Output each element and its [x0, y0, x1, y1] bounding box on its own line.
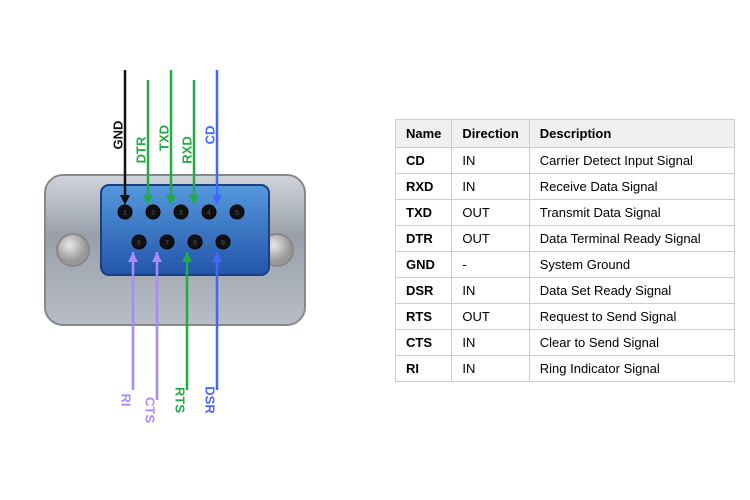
- cell-dir: OUT: [452, 225, 529, 251]
- cell-name: RI: [396, 355, 452, 381]
- table-row: CD IN Carrier Detect Input Signal: [396, 147, 735, 173]
- col-header-desc: Description: [529, 119, 734, 147]
- svg-text:CTS: CTS: [143, 397, 158, 423]
- svg-text:3: 3: [179, 210, 183, 217]
- cell-name: CTS: [396, 329, 452, 355]
- cell-desc: Carrier Detect Input Signal: [529, 147, 734, 173]
- table-row: RI IN Ring Indicator Signal: [396, 355, 735, 381]
- table-row: DSR IN Data Set Ready Signal: [396, 277, 735, 303]
- svg-text:RI: RI: [119, 394, 134, 407]
- cell-dir: OUT: [452, 303, 529, 329]
- table-row: RTS OUT Request to Send Signal: [396, 303, 735, 329]
- table-row: CTS IN Clear to Send Signal: [396, 329, 735, 355]
- svg-text:DSR: DSR: [203, 386, 218, 414]
- svg-text:DTR: DTR: [134, 136, 149, 163]
- cell-name: RXD: [396, 173, 452, 199]
- cell-desc: Receive Data Signal: [529, 173, 734, 199]
- cell-name: RTS: [396, 303, 452, 329]
- col-header-dir: Direction: [452, 119, 529, 147]
- cell-desc: Ring Indicator Signal: [529, 355, 734, 381]
- cell-name: DTR: [396, 225, 452, 251]
- cell-desc: Data Terminal Ready Signal: [529, 225, 734, 251]
- svg-text:1: 1: [123, 210, 127, 217]
- svg-text:6: 6: [137, 240, 141, 247]
- diagram-svg: 1 2 3 4 5 6 7 8 9 GND DTR TXD: [5, 20, 375, 480]
- cell-name: CD: [396, 147, 452, 173]
- table-row: RXD IN Receive Data Signal: [396, 173, 735, 199]
- svg-text:8: 8: [193, 240, 197, 247]
- cell-name: DSR: [396, 277, 452, 303]
- cell-dir: OUT: [452, 199, 529, 225]
- table-row: GND - System Ground: [396, 251, 735, 277]
- cell-dir: IN: [452, 277, 529, 303]
- svg-text:CD: CD: [203, 126, 218, 145]
- main-container: 1 2 3 4 5 6 7 8 9 GND DTR TXD: [5, 10, 745, 490]
- svg-text:GND: GND: [111, 121, 126, 150]
- svg-text:2: 2: [151, 210, 155, 217]
- svg-text:RXD: RXD: [180, 136, 195, 163]
- cell-name: GND: [396, 251, 452, 277]
- cell-desc: Transmit Data Signal: [529, 199, 734, 225]
- cell-name: TXD: [396, 199, 452, 225]
- svg-text:RTS: RTS: [173, 387, 188, 413]
- cell-dir: IN: [452, 173, 529, 199]
- cell-dir: IN: [452, 329, 529, 355]
- svg-text:TXD: TXD: [157, 125, 172, 151]
- signal-table: Name Direction Description CD IN Carrier…: [395, 119, 735, 382]
- svg-text:7: 7: [165, 240, 169, 247]
- col-header-name: Name: [396, 119, 452, 147]
- cell-desc: Clear to Send Signal: [529, 329, 734, 355]
- signal-table-wrap: Name Direction Description CD IN Carrier…: [395, 10, 745, 490]
- table-row: DTR OUT Data Terminal Ready Signal: [396, 225, 735, 251]
- cell-desc: Request to Send Signal: [529, 303, 734, 329]
- svg-text:5: 5: [235, 210, 239, 217]
- cell-dir: IN: [452, 147, 529, 173]
- cell-dir: IN: [452, 355, 529, 381]
- cell-dir: -: [452, 251, 529, 277]
- cell-desc: Data Set Ready Signal: [529, 277, 734, 303]
- svg-text:4: 4: [207, 210, 211, 217]
- table-row: TXD OUT Transmit Data Signal: [396, 199, 735, 225]
- connector-diagram: 1 2 3 4 5 6 7 8 9 GND DTR TXD: [5, 20, 375, 480]
- svg-text:9: 9: [221, 240, 225, 247]
- cell-desc: System Ground: [529, 251, 734, 277]
